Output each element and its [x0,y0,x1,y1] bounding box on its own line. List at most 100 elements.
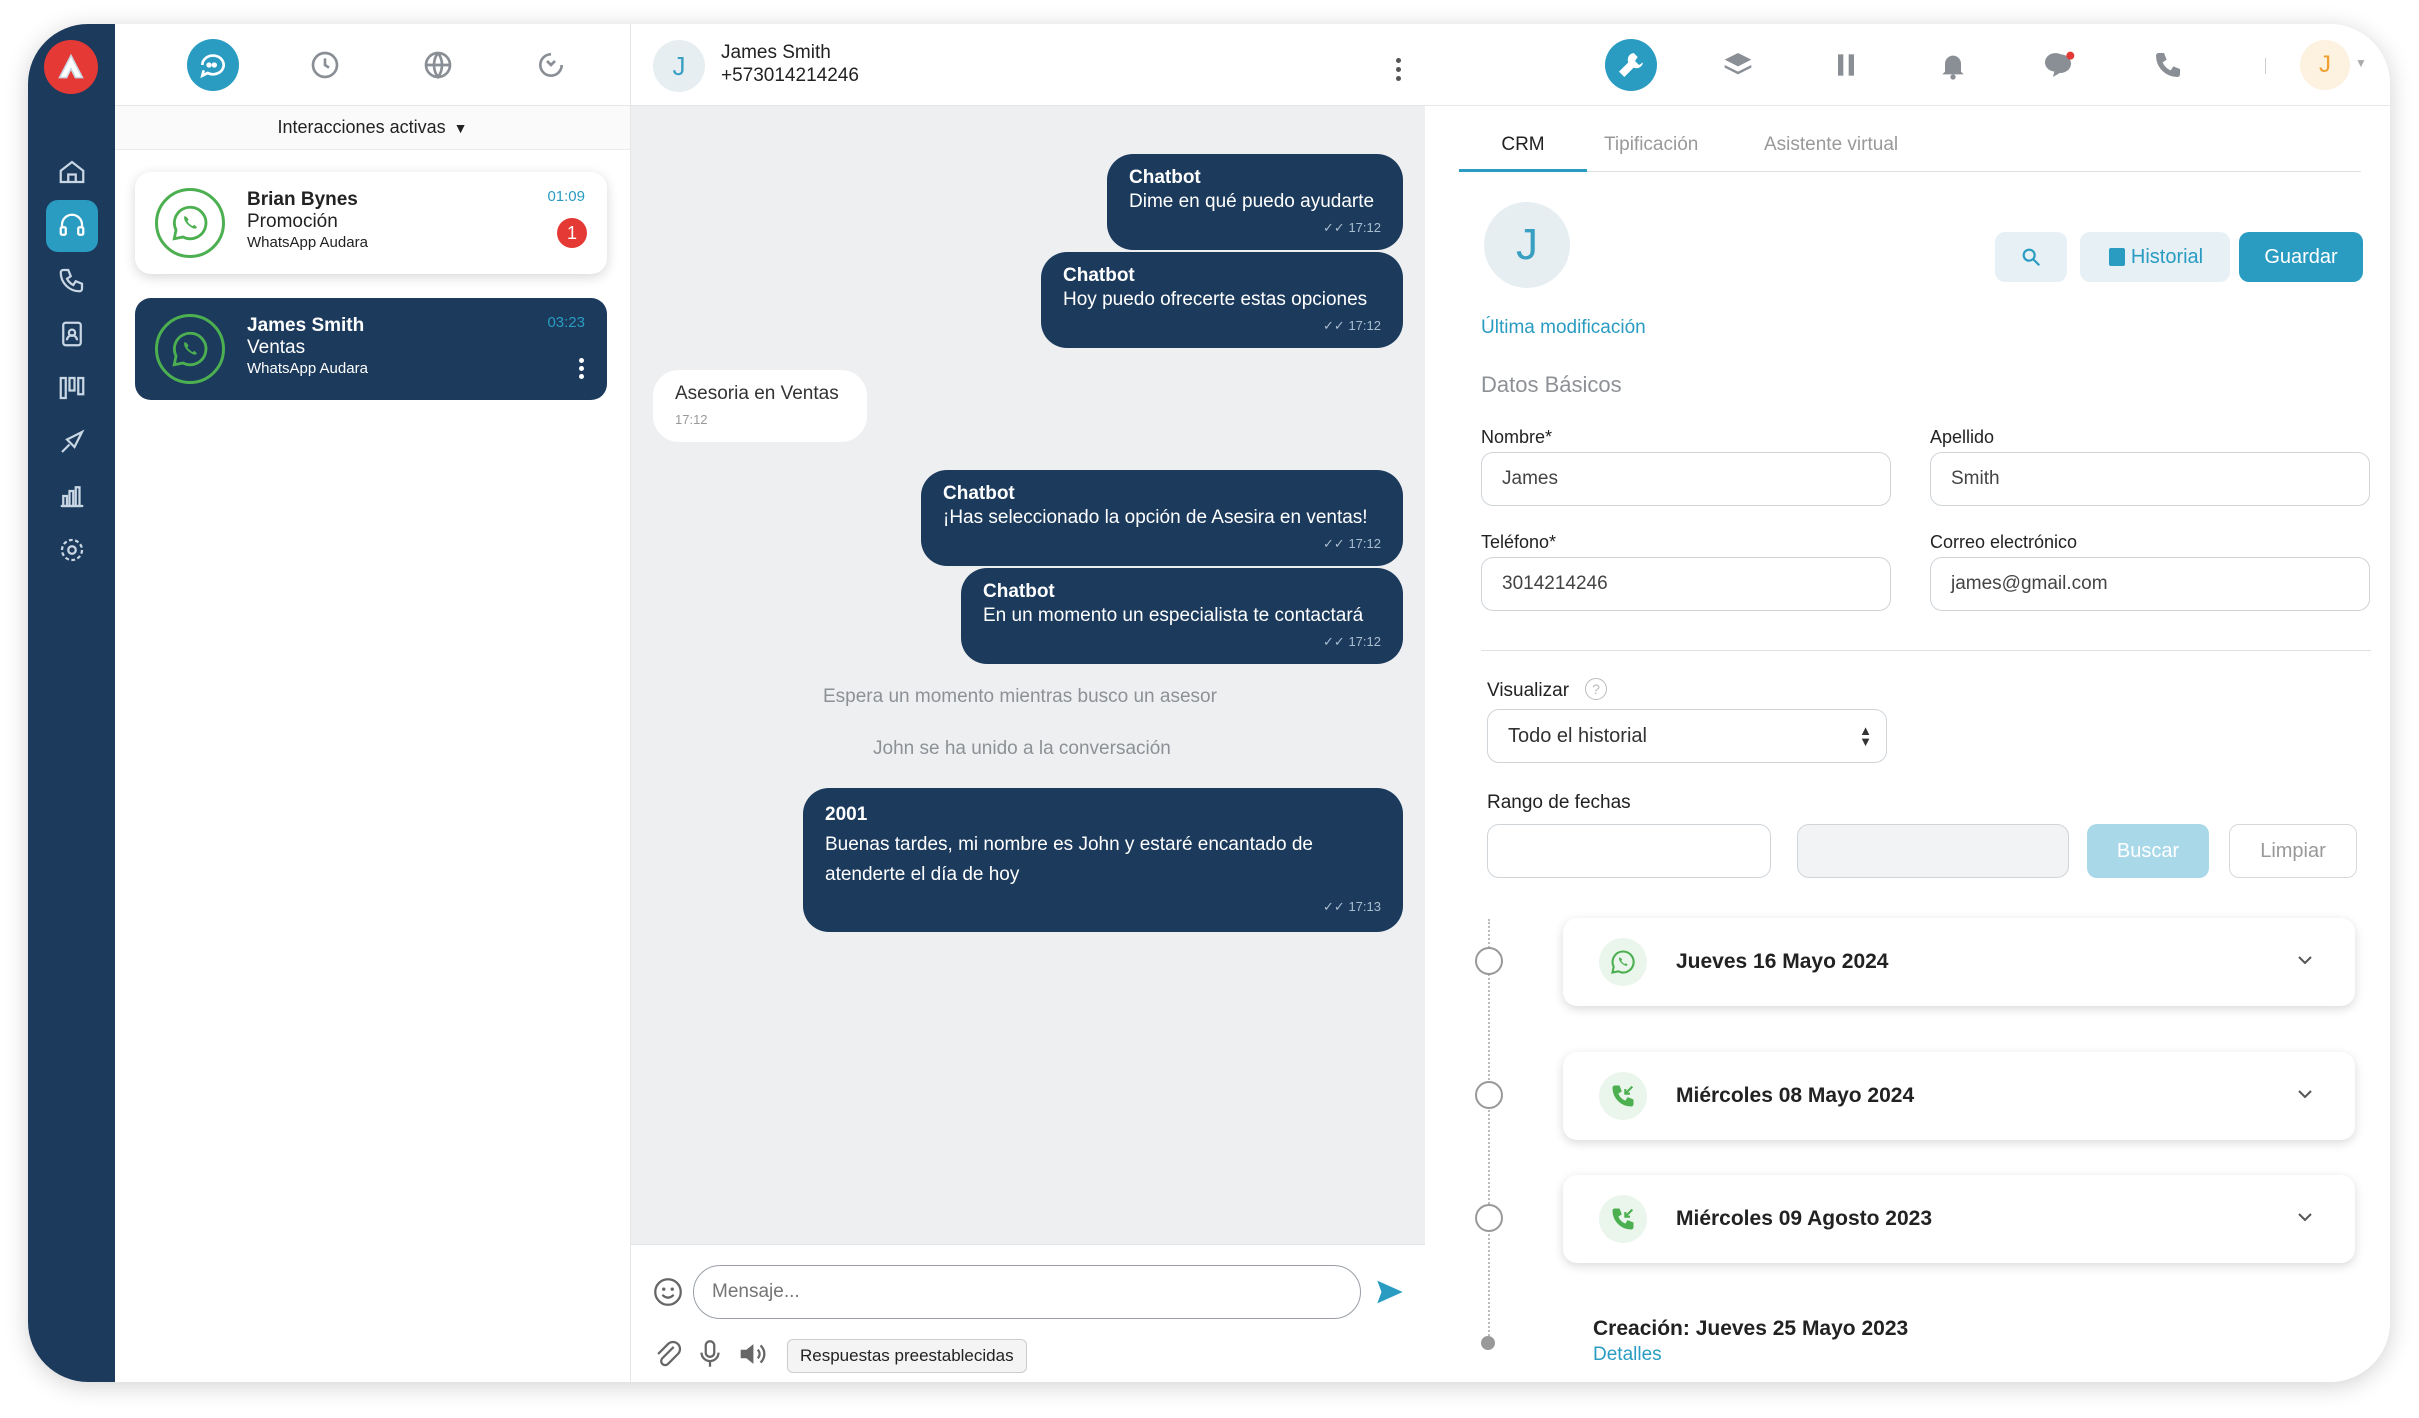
phone-label: Teléfono* [1481,532,1557,552]
contacts-icon[interactable] [46,308,98,360]
bell-icon[interactable] [1927,39,1979,91]
quick-replies-button[interactable]: Respuestas preestablecidas [787,1339,1027,1373]
chevron-down-icon[interactable]: ▼ [2355,56,2367,70]
chevron-down-icon[interactable] [2295,950,2315,970]
search-button[interactable] [1995,232,2067,282]
tools-icon[interactable] [1605,39,1657,91]
chevron-down-icon[interactable] [2295,1084,2315,1104]
timeline-date: Jueves 16 Mayo 2024 [1676,950,1889,973]
layers-icon[interactable] [1712,39,1764,91]
speaker-icon[interactable] [735,1337,769,1371]
message-time: 17:12 [1348,536,1381,551]
help-icon[interactable]: ? [1585,678,1607,700]
crm-tabs: CRM Tipificación Asistente virtual [1459,128,2361,172]
unread-badge: 1 [557,218,587,248]
whatsapp-icon [155,314,225,384]
timeline-dot [1475,1204,1503,1232]
whatsapp-icon [155,188,225,258]
date-from-input[interactable] [1487,824,1771,878]
home-icon[interactable] [46,146,98,198]
contact-name: James Smith [247,315,365,336]
microphone-icon[interactable] [693,1337,727,1371]
send-icon[interactable] [1373,1275,1407,1309]
top-toolbar: J ▼ [1425,24,2390,106]
app-logo[interactable] [44,40,98,94]
phone-field[interactable]: 3014214246 [1481,557,1891,611]
contact-avatar-large: J [1484,202,1570,288]
email-field[interactable]: james@gmail.com [1930,557,2370,611]
conversation-subject: Promoción [247,211,338,232]
timeline-end-dot [1481,1336,1495,1350]
settings-icon[interactable] [46,524,98,576]
app-window: Interacciones activas ▼ Brian Bynes Prom… [28,24,2390,1382]
timeline-date: Miércoles 09 Agosto 2023 [1676,1207,1932,1230]
tab-asistente-virtual[interactable]: Asistente virtual [1764,128,1898,172]
system-message: Espera un momento mientras busco un ases… [823,686,1217,707]
read-check-icon: ✓✓ [1323,899,1345,914]
conversation-card-selected[interactable]: James Smith Ventas WhatsApp Audara 03:23 [135,298,607,400]
book-icon [2108,248,2125,266]
last-modified-link[interactable]: Última modificación [1481,317,1646,339]
attach-icon[interactable] [651,1337,685,1371]
date-to-input[interactable] [1797,824,2069,878]
message-list[interactable]: Chatbot Dime en qué puedo ayudarte ✓✓ 17… [631,106,1425,1244]
timeline-card[interactable]: Miércoles 08 Mayo 2024 [1563,1052,2355,1140]
chat-notifications-icon[interactable] [2035,39,2087,91]
message-time: 17:12 [1348,220,1381,235]
lastname-field[interactable]: Smith [1930,452,2370,506]
campaigns-icon[interactable] [46,416,98,468]
tab-tipificacion[interactable]: Tipificación [1604,128,1698,172]
save-button[interactable]: Guardar [2239,232,2363,282]
clock-icon[interactable] [299,39,351,91]
chat-menu-icon[interactable] [1396,58,1401,85]
message-text: Hoy puedo ofrecerte estas opciones [1063,289,1368,310]
message-input[interactable] [693,1265,1361,1319]
interactions-filter[interactable]: Interacciones activas ▼ [115,106,630,150]
lastname-label: Apellido [1930,427,1995,447]
channel-name: WhatsApp Audara [247,360,368,377]
name-field[interactable]: James [1481,452,1891,506]
phone-icon[interactable] [2142,39,2194,91]
phone-calls-icon[interactable] [46,254,98,306]
incoming-call-icon [1599,1072,1647,1120]
pause-icon[interactable] [1820,39,1872,91]
chat-header: J James Smith +573014214246 [631,24,1425,106]
creation-date: Creación: Jueves 25 Mayo 2023 [1593,1317,1909,1340]
emoji-icon[interactable] [651,1275,685,1309]
incoming-message-bubble: Asesoria en Ventas 17:12 [653,370,867,442]
timeline-card[interactable]: Jueves 16 Mayo 2024 [1563,918,2355,1006]
tab-crm[interactable]: CRM [1459,128,1587,172]
visualizar-select[interactable]: Todo el historial ▲ ▼ [1487,709,1887,763]
call-history-icon[interactable] [525,39,577,91]
user-avatar[interactable]: J [2300,40,2350,90]
name-label: Nombre* [1481,427,1553,447]
chat-contact-name: James Smith [721,42,831,63]
headset-icon[interactable] [46,200,98,252]
conversation-tabs [115,24,630,106]
conversation-card[interactable]: Brian Bynes Promoción WhatsApp Audara 01… [135,172,607,274]
visualizar-value: Todo el historial [1508,724,1647,747]
filter-label: Interacciones activas [277,117,446,137]
crm-panel: J ▼ CRM Tipificación Asistente virtual J… [1425,24,2390,1382]
reports-icon[interactable] [46,470,98,522]
range-label: Rango de fechas [1487,792,1631,813]
search-range-button[interactable]: Buscar [2087,824,2209,878]
details-link[interactable]: Detalles [1593,1344,1662,1366]
timeline-card[interactable]: Miércoles 09 Agosto 2023 [1563,1175,2355,1263]
nav-rail [28,24,115,1382]
history-button[interactable]: Historial [2080,232,2230,282]
kanban-icon[interactable] [46,362,98,414]
active-chats-tab[interactable] [187,39,239,91]
more-options-icon[interactable] [579,358,585,382]
chevron-down-icon[interactable] [2295,1207,2315,1227]
email-label: Correo electrónico [1930,532,2078,552]
message-text-line2: atenderte el día de hoy [825,864,1020,885]
history-button-label: Historial [2130,245,2204,268]
clear-button[interactable]: Limpiar [2229,824,2357,878]
toolbar-divider [2265,58,2266,74]
conversations-panel: Interacciones activas ▼ Brian Bynes Prom… [115,24,631,1382]
globe-icon[interactable] [412,39,464,91]
message-composer: Respuestas preestablecidas [631,1244,1425,1382]
message-text: Dime en qué puedo ayudarte [1129,191,1375,212]
chat-contact-phone: +573014214246 [721,65,859,86]
